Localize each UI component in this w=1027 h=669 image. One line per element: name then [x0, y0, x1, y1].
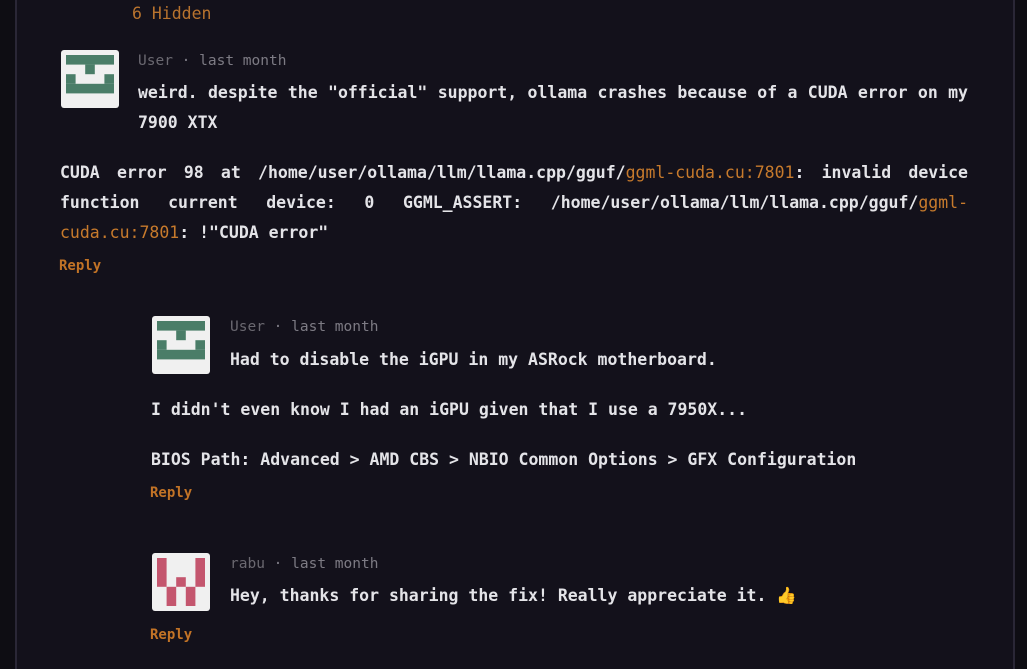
comment-author[interactable]: rabu [230, 556, 265, 572]
comment-time: last month [291, 556, 379, 572]
comment-author[interactable]: User [138, 53, 173, 69]
separator: · [273, 556, 283, 572]
comment-body: BIOS Path: Advanced > AMD CBS > NBIO Com… [151, 450, 857, 469]
identicon-green [157, 321, 205, 360]
error-text: CUDA error 98 at /home/user/ollama/llm/l… [60, 163, 626, 182]
separator: · [181, 53, 191, 69]
error-text: : !"CUDA error" [179, 223, 329, 242]
separator: · [273, 319, 283, 335]
avatar[interactable] [152, 553, 210, 611]
reply-button[interactable]: Reply [150, 485, 192, 501]
avatar[interactable] [152, 316, 210, 374]
comment-body: I didn't even know I had an iGPU given t… [151, 400, 748, 419]
comment-time: last month [199, 53, 287, 69]
comment-time: last month [291, 319, 379, 335]
comment-meta: User · last month [230, 319, 378, 335]
identicon-green [66, 55, 114, 94]
comment-meta: rabu · last month [230, 556, 378, 572]
comment-body: weird. despite the "official" support, o… [138, 83, 968, 132]
error-message: CUDA error 98 at /home/user/ollama/llm/l… [60, 158, 968, 248]
source-link[interactable]: ggml-cuda.cu:7801 [626, 163, 795, 182]
comment-body: Had to disable the iGPU in my ASRock mot… [230, 350, 717, 369]
comment-meta: User · last month [138, 53, 286, 69]
comment-body: Hey, thanks for sharing the fix! Really … [230, 586, 797, 605]
hidden-comments-toggle[interactable]: 6 Hidden [132, 4, 211, 23]
reply-button[interactable]: Reply [150, 627, 192, 643]
identicon-red [157, 558, 205, 606]
comment-author[interactable]: User [230, 319, 265, 335]
reply-button[interactable]: Reply [59, 258, 101, 274]
avatar[interactable] [61, 50, 119, 108]
